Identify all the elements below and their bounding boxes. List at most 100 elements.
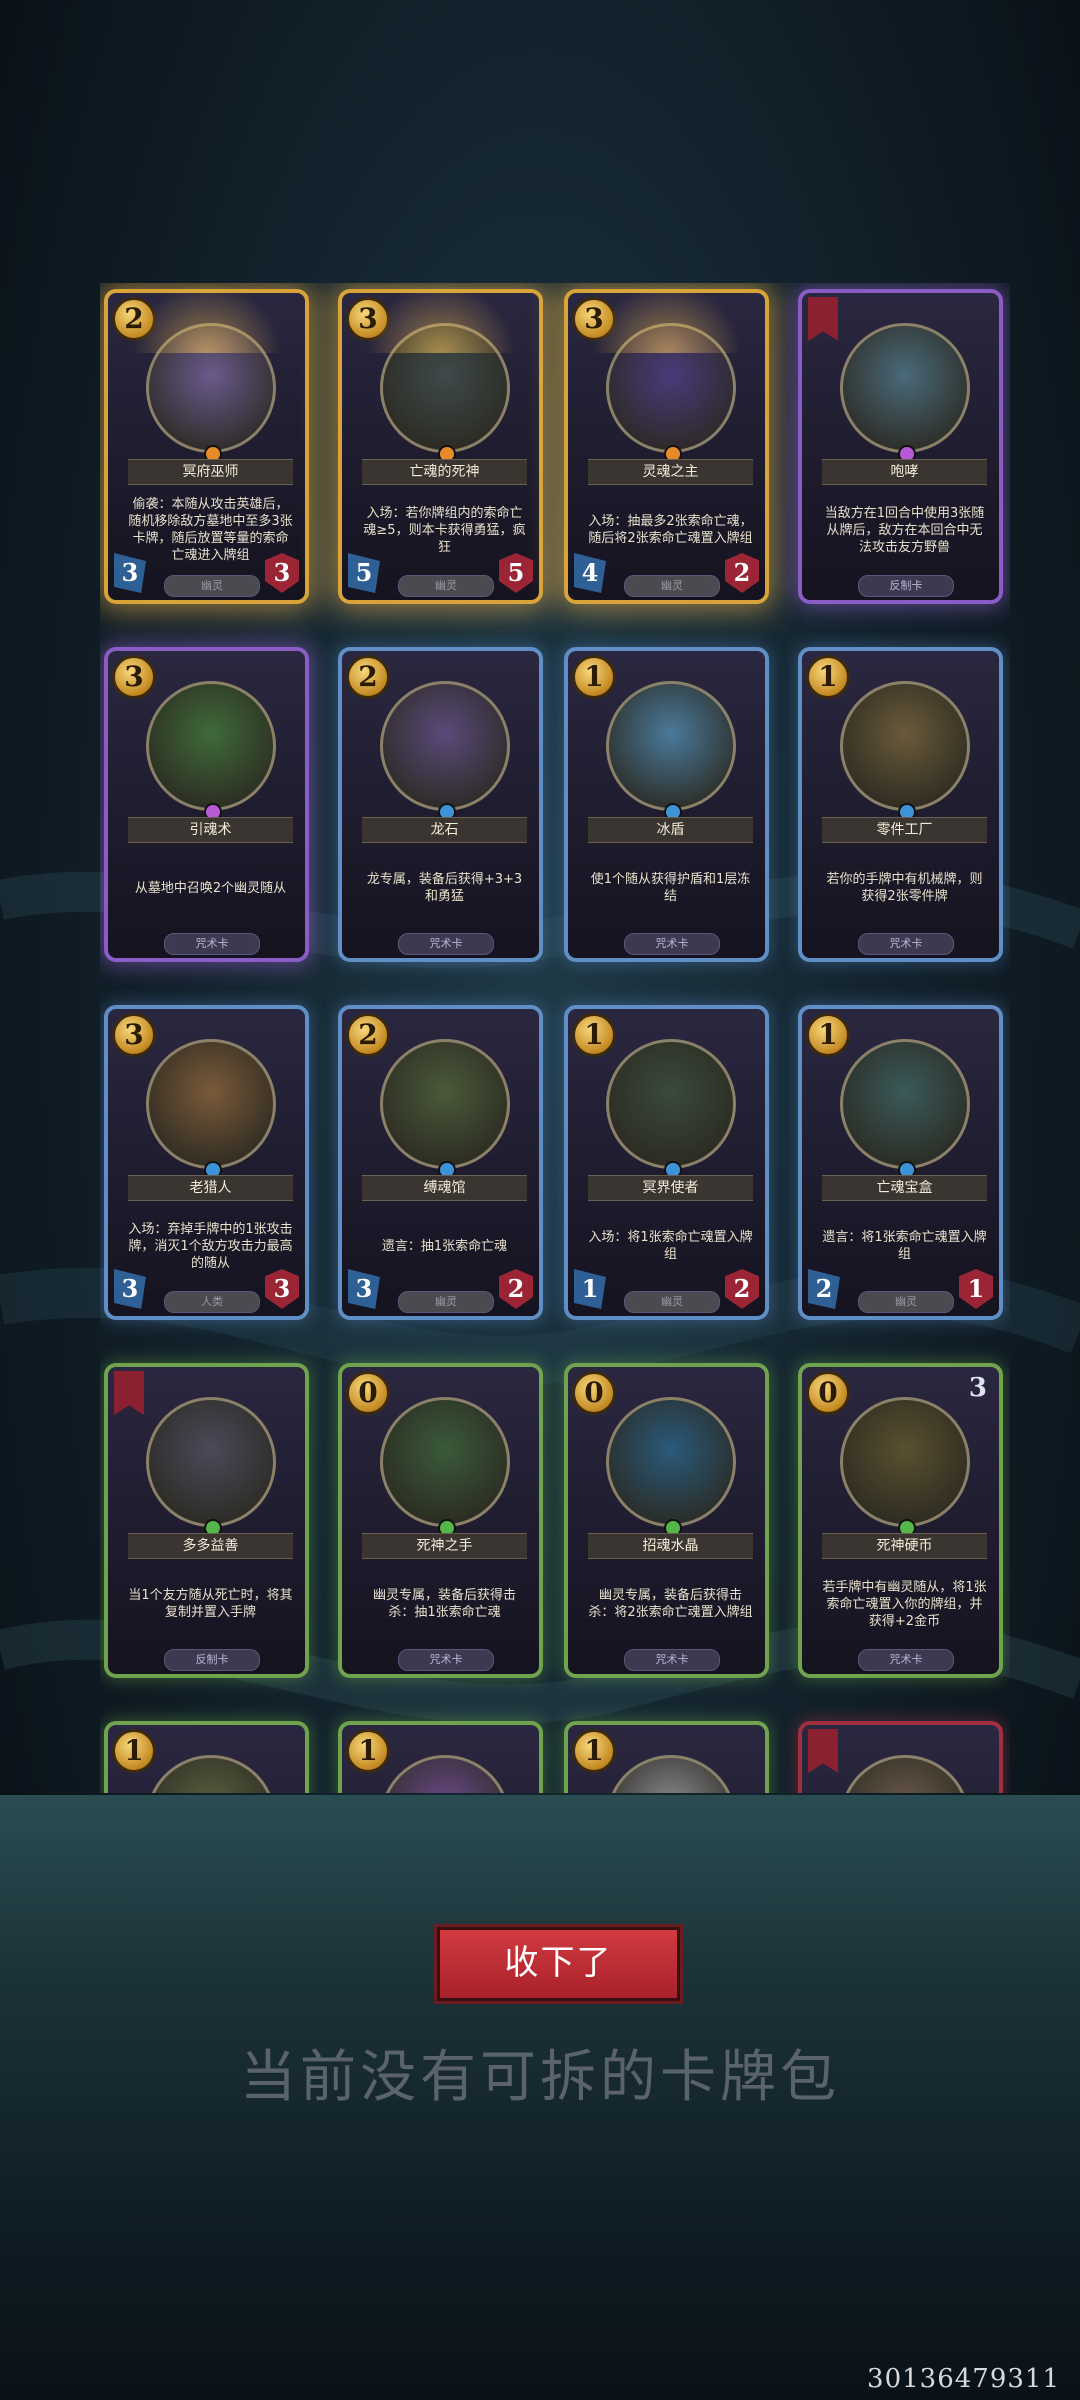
card-type: 咒术卡	[398, 933, 494, 955]
card-art	[606, 1039, 736, 1169]
card-description: 入场：抽最多2张索命亡魂，随后将2张索命亡魂置入牌组	[588, 514, 753, 546]
card[interactable]: 3 引魂术 从墓地中召唤2个幽灵随从 咒术卡	[104, 647, 309, 962]
card-type: 幽灵	[624, 1291, 720, 1313]
card[interactable]: 多多益善当1个友方随从死亡时，将其复制并置入手牌反制卡	[104, 1363, 309, 1678]
card-cost: 0	[346, 1371, 390, 1415]
card[interactable]	[798, 1721, 1003, 1793]
card-cost: 1	[572, 1013, 616, 1057]
health-value: 2	[725, 553, 759, 593]
card-description: 使1个随从获得护盾和1层冻结	[590, 872, 751, 904]
user-id: 30136479311	[867, 2364, 1060, 2394]
card-type: 咒术卡	[164, 933, 260, 955]
card-name: 冥府巫师	[128, 459, 293, 485]
card-art	[146, 1397, 276, 1527]
card-type: 反制卡	[164, 1649, 260, 1671]
health-value: 5	[499, 553, 533, 593]
card-name: 亡魂宝盒	[822, 1175, 987, 1201]
card-name: 咆哮	[822, 459, 987, 485]
card[interactable]: 1 亡魂宝盒 遗言：将1张索命亡魂置入牌组 幽灵 2 1	[798, 1005, 1003, 1320]
card-cost: 3	[112, 1013, 156, 1057]
card[interactable]: 3 老猎人 入场：弃掉手牌中的1张攻击牌，消灭1个敌方攻击力最高的随从 人类 3 3	[104, 1005, 309, 1320]
card-name: 死神之手	[362, 1533, 527, 1559]
card-type: 幽灵	[164, 575, 260, 597]
card-count: 3	[968, 1373, 987, 1403]
card-art	[380, 1397, 510, 1527]
card-type: 幽灵	[624, 575, 720, 597]
card-name: 亡魂的死神	[362, 459, 527, 485]
card-type: 人类	[164, 1291, 260, 1313]
card-description: 若手牌中有幽灵随从，将1张索命亡魂置入你的牌组，并获得+2金币	[822, 1579, 987, 1629]
card-type: 幽灵	[858, 1291, 954, 1313]
card-name: 零件工厂	[822, 817, 987, 843]
card[interactable]: 1 冥界使者 入场：将1张索命亡魂置入牌组 幽灵 1 2	[564, 1005, 769, 1320]
counter-ribbon-icon	[808, 297, 838, 341]
card-cost: 1	[346, 1729, 390, 1773]
gold-glow	[366, 283, 516, 353]
card[interactable]: 1	[564, 1721, 769, 1793]
card-type: 咒术卡	[398, 1649, 494, 1671]
counter-ribbon-icon	[114, 1371, 144, 1415]
card-art	[380, 1755, 510, 1793]
card-description: 遗言：将1张索命亡魂置入牌组	[822, 1230, 987, 1262]
card-cost: 2	[346, 1013, 390, 1057]
card[interactable]: 1	[338, 1721, 543, 1793]
card-art	[146, 681, 276, 811]
card-art	[840, 1755, 970, 1793]
card-art	[380, 681, 510, 811]
card-cost: 0	[806, 1371, 850, 1415]
card-name: 死神硬币	[822, 1533, 987, 1559]
card[interactable]: 2 龙石龙专属，装备后获得+3+3和勇猛咒术卡	[338, 647, 543, 962]
card-description: 入场：若你牌组内的索命亡魂≥5，则本卡获得勇猛，疯狂	[363, 505, 526, 555]
card[interactable]: 1	[104, 1721, 309, 1793]
card-description: 入场：将1张索命亡魂置入牌组	[588, 1230, 753, 1262]
card-type: 咒术卡	[858, 1649, 954, 1671]
card-description: 入场：弃掉手牌中的1张攻击牌，消灭1个敌方攻击力最高的随从	[128, 1221, 293, 1271]
card-description: 偷袭：本随从攻击英雄后，随机移除敌方墓地中至多3张卡牌，随后放置等量的索命亡魂进…	[128, 497, 293, 563]
card[interactable]: 1 冰盾使1个随从获得护盾和1层冻结咒术卡	[564, 647, 769, 962]
card-description: 龙专属，装备后获得+3+3和勇猛	[366, 872, 523, 904]
card-name: 多多益善	[128, 1533, 293, 1559]
gold-glow	[132, 283, 282, 353]
card-cost: 1	[112, 1729, 156, 1773]
card-name: 龙石	[362, 817, 527, 843]
card-art	[606, 1755, 736, 1793]
card-name: 缚魂馆	[362, 1175, 527, 1201]
card-type: 反制卡	[858, 575, 954, 597]
card[interactable]: 0 死神之手 幽灵专属，装备后获得击杀：抽1张索命亡魂 咒术卡	[338, 1363, 543, 1678]
card-cost: 3	[112, 655, 156, 699]
health-value: 3	[265, 1269, 299, 1309]
card[interactable]: 咆哮 当敌方在1回合中使用3张随从牌后，敌方在本回合中无法攻击友方野兽 反制卡	[798, 289, 1003, 604]
card-cost: 1	[572, 655, 616, 699]
card-description: 从墓地中召唤2个幽灵随从	[134, 880, 287, 896]
card-grid[interactable]: 2 冥府巫师偷袭：本随从攻击英雄后，随机移除敌方墓地中至多3张卡牌，随后放置等量的…	[100, 283, 1010, 1793]
card-type: 幽灵	[398, 575, 494, 597]
no-packs-notice: 当前没有可拆的卡牌包	[240, 2045, 840, 2110]
health-value: 2	[499, 1269, 533, 1309]
card-type: 咒术卡	[858, 933, 954, 955]
card-art	[146, 1755, 276, 1793]
card-cost: 2	[346, 655, 390, 699]
card-cost: 1	[806, 1013, 850, 1057]
card[interactable]: 0 招魂水晶 幽灵专属，装备后获得击杀：将2张索命亡魂置入牌组 咒术卡	[564, 1363, 769, 1678]
card-art	[606, 1397, 736, 1527]
card-description: 当1个友方随从死亡时，将其复制并置入手牌	[128, 1588, 293, 1620]
card[interactable]: 0 3 死神硬币若手牌中有幽灵随从，将1张索命亡魂置入你的牌组，并获得+2金币咒术卡	[798, 1363, 1003, 1678]
card[interactable]: 2 缚魂馆 遗言：抽1张索命亡魂 幽灵 3 2	[338, 1005, 543, 1320]
card-art	[380, 1039, 510, 1169]
gold-glow	[592, 283, 742, 353]
card-name: 冰盾	[588, 817, 753, 843]
card-name: 冥界使者	[588, 1175, 753, 1201]
card-description: 若你的手牌中有机械牌，则获得2张零件牌	[826, 872, 983, 904]
health-value: 3	[265, 553, 299, 593]
card-art	[840, 323, 970, 453]
health-value: 2	[725, 1269, 759, 1309]
health-value: 1	[959, 1269, 993, 1309]
card-description: 遗言：抽1张索命亡魂	[381, 1238, 508, 1254]
card-art	[840, 1039, 970, 1169]
card-cost: 1	[572, 1729, 616, 1773]
collect-button[interactable]: 收下了	[437, 1927, 680, 2001]
card-type: 咒术卡	[624, 933, 720, 955]
card[interactable]: 1 零件工厂若你的手牌中有机械牌，则获得2张零件牌咒术卡	[798, 647, 1003, 962]
card-cost: 1	[806, 655, 850, 699]
card-name: 招魂水晶	[588, 1533, 753, 1559]
